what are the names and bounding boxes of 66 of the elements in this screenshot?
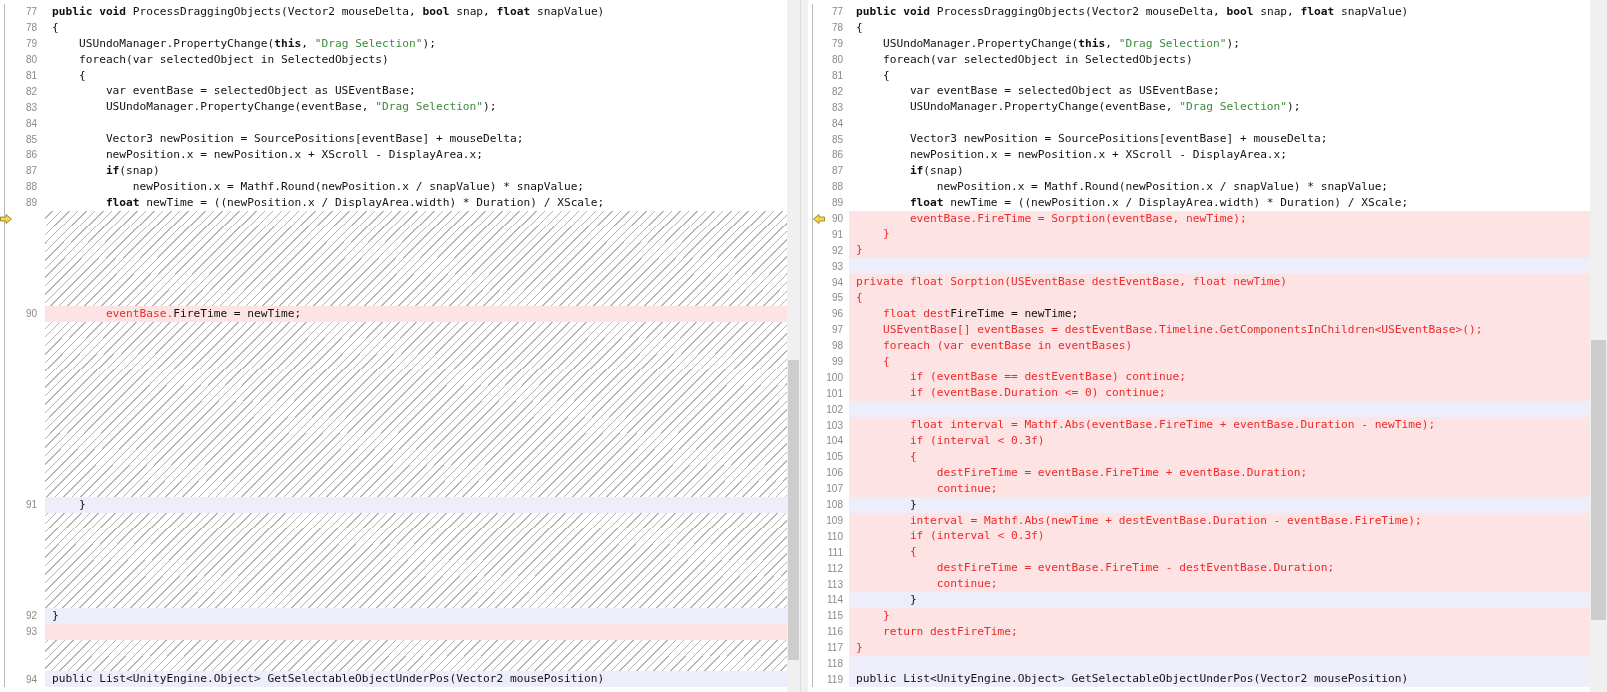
line-number: 91 — [830, 228, 844, 240]
line-number: 82 — [830, 85, 844, 97]
scrollbar[interactable] — [787, 0, 800, 692]
line-number: 84 — [830, 117, 844, 129]
line-number: 80 — [24, 54, 38, 66]
line-number: 99 — [830, 356, 844, 368]
line-number: 93 — [830, 260, 844, 272]
line-number: 77 — [24, 6, 38, 18]
line-number: 96 — [830, 308, 844, 320]
line-number: 81 — [830, 70, 844, 81]
line-number: 116 — [826, 626, 844, 638]
line-number: 114 — [826, 594, 844, 606]
line-number: 108 — [825, 499, 844, 511]
line-number: 82 — [24, 85, 38, 97]
line-number: 105 — [825, 451, 844, 463]
line-number: 86 — [830, 149, 844, 161]
line-number: 86 — [24, 149, 38, 161]
line-number: 109 — [825, 514, 844, 526]
line-number: 87 — [830, 165, 844, 177]
line-number: 111 — [826, 546, 844, 558]
line-number: 79 — [24, 38, 38, 50]
line-number: 118 — [826, 657, 844, 669]
line-number: 78 — [24, 22, 38, 34]
line-number: 110 — [826, 530, 844, 542]
line-number: 87 — [24, 165, 38, 177]
line-number: 78 — [830, 22, 844, 34]
line-number: 92 — [24, 610, 38, 622]
line-number: 106 — [825, 467, 844, 479]
scrollbar-thumb[interactable] — [1591, 340, 1606, 620]
line-number: 90 — [24, 308, 38, 320]
line-number: 84 — [24, 117, 38, 129]
line-number: 102 — [825, 403, 844, 415]
line-number: 97 — [830, 324, 844, 336]
line-number: 94 — [830, 276, 844, 288]
line-number: 115 — [826, 610, 844, 622]
line-number: 88 — [24, 181, 38, 193]
line-number: 77 — [830, 6, 844, 18]
line-number: 81 — [24, 70, 38, 81]
line-number: 107 — [825, 483, 844, 495]
scrollbar[interactable] — [1590, 0, 1607, 692]
line-number: 85 — [830, 133, 844, 145]
line-number: 98 — [830, 340, 844, 352]
line-number: 117 — [826, 642, 844, 654]
line-number: 88 — [830, 181, 844, 193]
line-number: 83 — [830, 101, 844, 113]
line-number: 93 — [24, 626, 38, 638]
line-number: 101 — [825, 387, 844, 399]
line-number: 80 — [830, 54, 844, 66]
line-number: 85 — [24, 133, 38, 145]
line-number: 90 — [830, 213, 844, 224]
line-number: 95 — [830, 292, 844, 304]
line-number: 94 — [24, 673, 38, 685]
line-number: 113 — [826, 578, 844, 590]
line-number: 119 — [826, 673, 844, 685]
pane-splitter[interactable] — [800, 0, 808, 692]
line-number: 92 — [830, 244, 844, 256]
line-number: 91 — [24, 499, 38, 511]
line-number: 103 — [825, 419, 844, 431]
line-number: 79 — [830, 38, 844, 50]
line-number: 83 — [24, 101, 38, 113]
line-number: 104 — [825, 435, 844, 447]
line-number: 89 — [24, 197, 38, 209]
line-number: 89 — [830, 197, 844, 209]
scrollbar-thumb[interactable] — [788, 360, 799, 660]
line-number: 112 — [826, 562, 844, 574]
line-number: 100 — [825, 371, 844, 383]
